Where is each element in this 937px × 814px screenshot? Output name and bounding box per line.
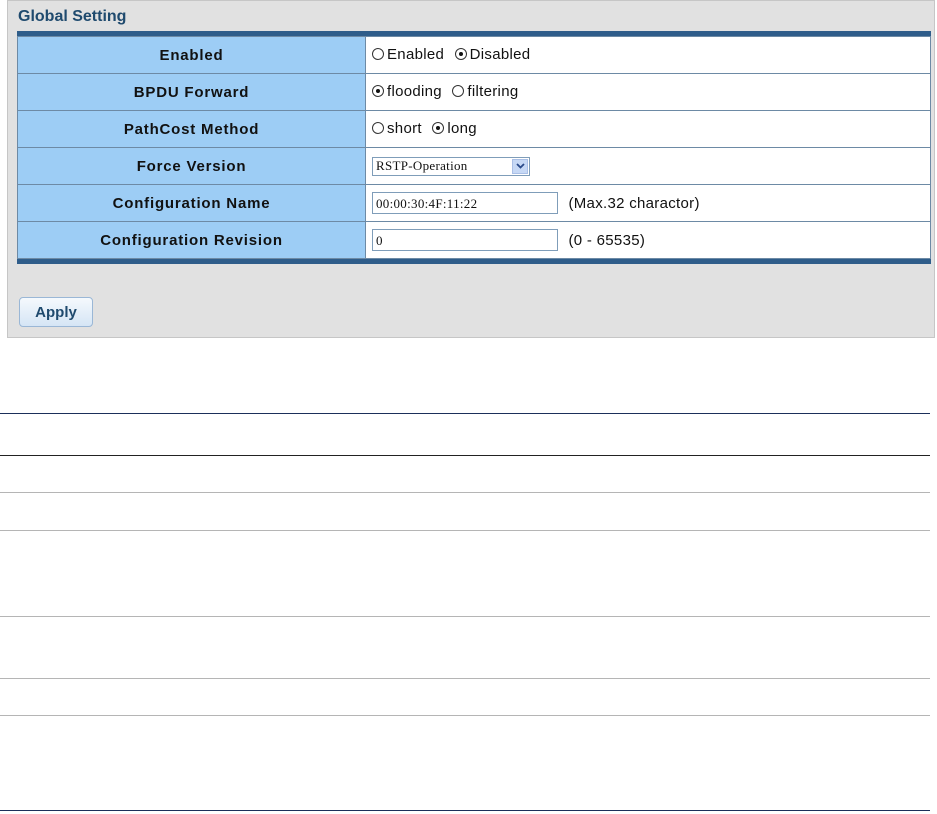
radio-button-selected-icon[interactable] <box>372 85 384 98</box>
divider-line <box>0 455 930 456</box>
force-version-select[interactable]: RSTP-Operation <box>372 156 530 176</box>
settings-table: Enabled Enabled Disabled BPDU Forward fl… <box>17 31 931 264</box>
divider-line <box>0 413 930 414</box>
radio-button-icon[interactable] <box>372 48 384 61</box>
label-enabled: Enabled <box>17 36 366 74</box>
row-configuration-revision: Configuration Revision 0 (0 - 65535) <box>17 221 931 259</box>
chevron-down-icon[interactable] <box>512 158 528 174</box>
divider-line <box>0 715 930 716</box>
configuration-revision-input[interactable]: 0 <box>372 229 558 251</box>
radio-button-selected-icon[interactable] <box>454 48 467 61</box>
radio-filtering[interactable]: filtering <box>452 83 518 100</box>
radio-button-icon[interactable] <box>372 122 384 135</box>
label-force-version: Force Version <box>17 147 366 185</box>
divider-line <box>0 616 930 617</box>
force-version-value: RSTP-Operation <box>376 158 468 173</box>
radio-disabled[interactable]: Disabled <box>454 46 531 63</box>
divider-line <box>0 530 930 531</box>
row-enabled: Enabled Enabled Disabled <box>17 36 931 74</box>
label-bpdu-forward: BPDU Forward <box>17 73 366 111</box>
divider-line <box>0 810 930 811</box>
label-configuration-revision: Configuration Revision <box>17 221 366 259</box>
apply-button[interactable]: Apply <box>19 297 93 327</box>
radio-flooding[interactable]: flooding <box>372 83 442 100</box>
radio-button-icon[interactable] <box>452 85 465 98</box>
global-setting-panel: Global Setting Enabled Enabled Disabled <box>7 0 935 338</box>
row-force-version: Force Version RSTP-Operation <box>17 147 931 185</box>
label-pathcost-method: PathCost Method <box>17 110 366 148</box>
configuration-name-input[interactable]: 00:00:30:4F:11:22 <box>372 192 558 214</box>
panel-title: Global Setting <box>18 8 127 25</box>
row-bpdu-forward: BPDU Forward flooding filtering <box>17 73 931 111</box>
divider-line <box>0 678 930 679</box>
row-pathcost-method: PathCost Method short long <box>17 110 931 148</box>
configuration-revision-hint: (0 - 65535) <box>568 231 646 249</box>
configuration-name-hint: (Max.32 charactor) <box>568 194 700 212</box>
table-bottom-bar <box>17 259 931 264</box>
radio-long[interactable]: long <box>432 120 477 137</box>
radio-enabled[interactable]: Enabled <box>372 46 444 63</box>
radio-button-selected-icon[interactable] <box>432 122 445 135</box>
row-configuration-name: Configuration Name 00:00:30:4F:11:22 (Ma… <box>17 184 931 222</box>
radio-short[interactable]: short <box>372 120 422 137</box>
label-configuration-name: Configuration Name <box>17 184 366 222</box>
divider-line <box>0 492 930 493</box>
